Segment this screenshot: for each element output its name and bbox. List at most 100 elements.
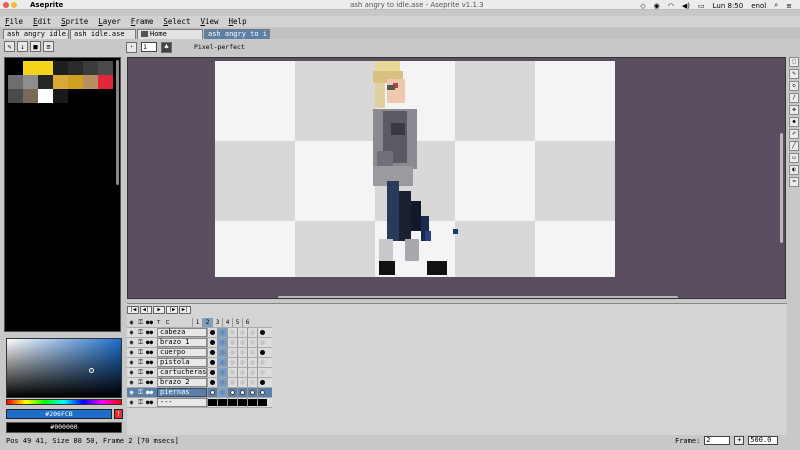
cel[interactable] <box>237 328 247 337</box>
cel[interactable] <box>227 338 237 347</box>
layer-row[interactable]: ◉ ⚿ ●● --- <box>127 398 272 408</box>
cel[interactable] <box>217 398 227 407</box>
continuous-icon[interactable]: ●● <box>145 379 154 386</box>
wifi-icon[interactable]: ◠ <box>668 2 674 10</box>
clock[interactable]: Lun 8:50 <box>713 2 744 10</box>
menu-frame[interactable]: Frame <box>126 16 159 27</box>
lock-icon[interactable]: ⚿ <box>136 389 145 397</box>
layer-row[interactable]: ◉ ⚿ ●● cabeza <box>127 328 272 338</box>
cel[interactable] <box>207 348 217 357</box>
palette-swatch[interactable] <box>23 75 38 89</box>
blur-tool-icon[interactable]: ≈ <box>789 177 799 187</box>
cel[interactable] <box>227 368 237 377</box>
palette-swatch[interactable] <box>8 61 23 75</box>
visibility-eye-icon[interactable]: ◉ <box>127 399 136 406</box>
cel[interactable] <box>227 398 237 407</box>
onion-skin-icon[interactable]: ●● <box>145 319 154 326</box>
link-icon[interactable]: ⊏ <box>163 319 172 326</box>
eraser-tool-icon[interactable]: ◇ <box>789 81 799 91</box>
palette-swatch[interactable] <box>53 75 68 89</box>
marquee-tool-icon[interactable]: ⬚ <box>789 57 799 67</box>
layer-row[interactable]: ◉ ⚿ ●● cartucheras <box>127 368 272 378</box>
cel[interactable] <box>237 368 247 377</box>
cel[interactable] <box>217 368 227 377</box>
palette-swatch[interactable] <box>23 61 38 75</box>
brush-size-input[interactable]: 1 <box>141 42 157 52</box>
cel[interactable] <box>217 328 227 337</box>
lock-icon[interactable]: ⚿ <box>136 379 145 387</box>
vertical-scrollbar[interactable] <box>780 133 783 243</box>
layer-row[interactable]: ◉ ⚿ ●● piernas <box>127 388 272 398</box>
cel[interactable] <box>257 398 267 407</box>
pin-icon[interactable]: ⊤ <box>154 319 163 326</box>
palette-swatch[interactable] <box>38 89 53 103</box>
cel[interactable] <box>207 368 217 377</box>
layer-row[interactable]: ◉ ⚿ ●● brazo 1 <box>127 338 272 348</box>
cel[interactable] <box>257 388 267 397</box>
next-frame-button[interactable]: |▶ <box>166 306 178 314</box>
cel[interactable] <box>237 338 247 347</box>
ink-icon[interactable]: ♣ <box>161 41 172 53</box>
cel[interactable] <box>207 378 217 387</box>
last-frame-button[interactable]: ▶| <box>179 306 191 314</box>
user-name[interactable]: enol <box>751 2 766 10</box>
cel[interactable] <box>217 338 227 347</box>
continuous-icon[interactable]: ●● <box>145 349 154 356</box>
cel[interactable] <box>227 348 237 357</box>
brush-type-icon[interactable]: · <box>126 41 137 53</box>
menu-view[interactable]: View <box>195 16 223 27</box>
palette-swatch[interactable] <box>23 89 38 103</box>
continuous-icon[interactable]: ●● <box>145 399 154 406</box>
layer-row[interactable]: ◉ ⚿ ●● cuerpo <box>127 348 272 358</box>
layer-name[interactable]: cuerpo <box>157 348 207 357</box>
lock-icon[interactable]: ⚿ <box>136 369 145 377</box>
frame-input[interactable]: 2 <box>704 436 731 445</box>
cel[interactable] <box>237 398 247 407</box>
cel[interactable] <box>247 398 257 407</box>
frame-header[interactable]: 3 <box>212 318 222 327</box>
close-window-icon[interactable] <box>3 2 9 8</box>
layer-name[interactable]: brazo 2 <box>157 378 207 387</box>
lock-icon[interactable]: ⚿ <box>136 339 145 347</box>
visibility-eye-icon[interactable]: ◉ <box>127 349 136 356</box>
palette-swatch[interactable] <box>98 75 113 89</box>
cel[interactable] <box>207 388 217 397</box>
app-name[interactable]: Aseprite <box>30 1 63 9</box>
tab-home[interactable]: Home <box>137 29 203 39</box>
cel[interactable] <box>257 328 267 337</box>
first-frame-button[interactable]: |◀ <box>127 306 139 314</box>
warning-icon[interactable]: ! <box>114 409 123 419</box>
visibility-eye-icon[interactable]: ◉ <box>127 369 136 376</box>
horizontal-scrollbar[interactable] <box>278 296 678 298</box>
eyedropper-tool-icon[interactable]: ∕ <box>789 93 799 103</box>
search-icon[interactable]: ⌕ <box>774 1 778 10</box>
modified-dot-icon[interactable] <box>269 32 270 37</box>
layer-name[interactable]: --- <box>157 398 207 407</box>
visibility-eye-icon[interactable]: ◉ <box>127 329 136 336</box>
menu-help[interactable]: Help <box>224 16 252 27</box>
palette-swatch[interactable] <box>83 61 98 75</box>
minimize-window-icon[interactable] <box>11 2 17 8</box>
frame-header[interactable]: 2 <box>202 318 212 327</box>
lock-icon[interactable]: ⚿ <box>136 399 145 407</box>
palette-menu-icon[interactable]: ≡ <box>43 41 54 52</box>
cel[interactable] <box>207 398 217 407</box>
frame-header[interactable]: 5 <box>232 318 242 327</box>
layer-name[interactable]: cartucheras <box>157 368 207 377</box>
cel[interactable] <box>217 378 227 387</box>
cel[interactable] <box>257 338 267 347</box>
pixel-perfect-toggle[interactable]: Pixel-perfect <box>194 43 245 51</box>
picker-cursor[interactable] <box>89 368 94 373</box>
lock-icon[interactable]: ⚿ <box>136 329 145 337</box>
menu-sprite[interactable]: Sprite <box>56 16 93 27</box>
palette-swatch[interactable] <box>38 75 53 89</box>
layer-row[interactable]: ◉ ⚿ ●● brazo 2 <box>127 378 272 388</box>
palette-swatch[interactable] <box>53 89 68 103</box>
palette-swatch[interactable] <box>8 89 23 103</box>
battery-icon[interactable]: ▭ <box>698 2 705 10</box>
cel[interactable] <box>247 388 257 397</box>
dropbox-icon[interactable]: ◇ <box>640 2 645 10</box>
cel[interactable] <box>227 358 237 367</box>
lock-icon[interactable]: ⚿ <box>136 349 145 357</box>
cel[interactable] <box>217 348 227 357</box>
